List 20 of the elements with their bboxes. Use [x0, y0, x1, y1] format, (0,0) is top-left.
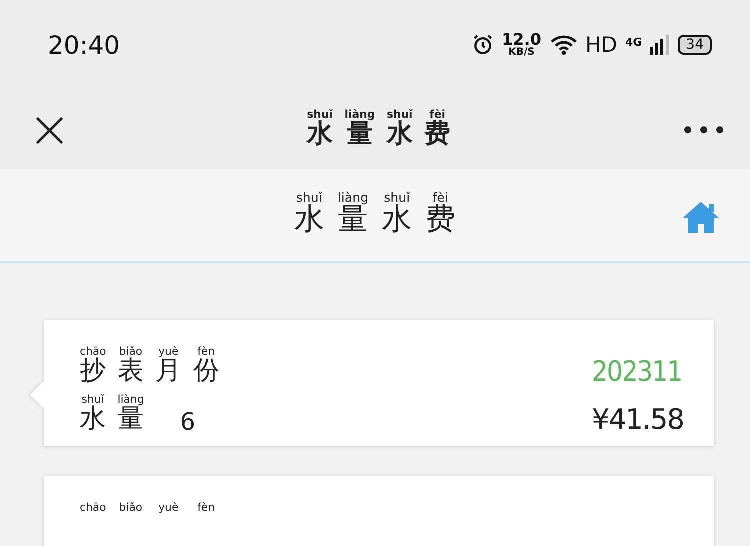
network-type: 4G	[625, 36, 642, 49]
fee-value: ¥41.58	[592, 403, 684, 436]
month-value: 202311	[592, 355, 684, 388]
battery-level: 34	[678, 35, 712, 55]
close-button[interactable]: ×	[22, 104, 78, 156]
network-speed: 12.0	[502, 32, 542, 48]
home-button[interactable]	[682, 200, 720, 234]
speed-unit: KB/S	[508, 48, 535, 58]
usage-value: 6	[180, 408, 196, 436]
month-label: 抄 chāo 表 biǎo 月 yuè 份 fèn	[80, 346, 220, 388]
wifi-icon	[550, 34, 578, 56]
alarm-icon	[472, 34, 494, 56]
hd-label: HD	[586, 33, 618, 57]
more-icon	[684, 126, 724, 134]
page-title: 水 shuǐ 量 liàng 水 shuǐ 费 fèi	[307, 109, 451, 151]
usage-label: 水 shuǐ 量 liàng	[80, 394, 144, 436]
header-title: 水 shuǐ 量 liàng 水 shuǐ 费 fèi	[294, 192, 456, 238]
signal-icon	[650, 35, 670, 55]
clock-time: 20:40	[48, 30, 120, 60]
month-label: chāo biǎo yuè fèn	[80, 502, 220, 516]
